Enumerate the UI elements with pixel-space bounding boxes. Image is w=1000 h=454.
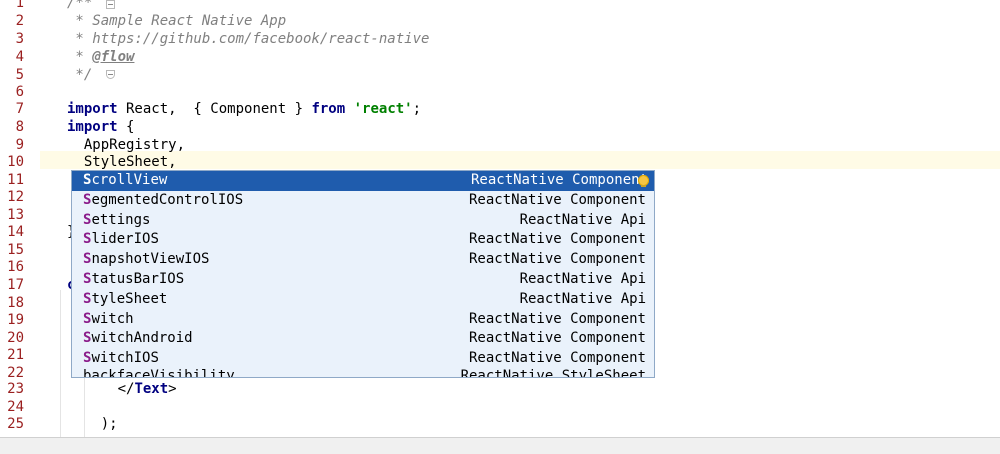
completion-item[interactable]: SegmentedControlIOS ReactNative Component	[72, 191, 654, 211]
code-line-1: /**	[67, 0, 93, 11]
completion-rest: witch	[91, 310, 134, 327]
completion-item-name: StatusBarIOS	[83, 271, 184, 287]
completion-rest: crollView	[91, 172, 168, 188]
completion-item-name: Switch	[83, 311, 134, 327]
completion-item-type: ReactNative StyleSheet	[460, 368, 646, 378]
code-line-4: * @flow	[67, 49, 135, 65]
line-number: 3	[15, 31, 24, 47]
completion-item-name: SliderIOS	[83, 231, 159, 247]
line-number: 25	[7, 416, 24, 432]
completion-item-name: backfaceVisibility	[83, 368, 235, 378]
line-number: 15	[7, 242, 24, 258]
code-line-7: import React, { Component } from 'react'…	[67, 101, 422, 117]
completion-item-type: ReactNative Component	[468, 191, 646, 208]
completion-item-type: ReactNative Api	[519, 290, 646, 307]
completion-item[interactable]: StatusBarIOS ReactNative Api	[72, 270, 654, 290]
code-line-8: import {	[67, 119, 135, 135]
completion-rest: witchIOS	[91, 350, 159, 367]
completion-item-type: ReactNative Component	[468, 330, 646, 347]
completion-item-type: ReactNative Component	[468, 310, 646, 327]
indent-guide	[60, 290, 61, 437]
completion-item[interactable]: StyleSheet ReactNative Api	[72, 290, 654, 310]
line-number: 20	[7, 330, 24, 346]
line-number: 7	[15, 101, 24, 117]
fold-column	[52, 0, 115, 437]
completion-item[interactable]: SliderIOS ReactNative Component	[72, 230, 654, 250]
completion-item[interactable]: SnapshotViewIOS ReactNative Component	[72, 250, 654, 270]
code-line-5: */	[67, 67, 93, 83]
code-line-9: AppRegistry,	[67, 137, 186, 153]
fold-marker-icon[interactable]	[106, 70, 115, 79]
fold-marker-icon[interactable]	[106, 0, 115, 9]
line-number: 1	[15, 0, 24, 11]
horizontal-scrollbar[interactable]	[0, 437, 1000, 454]
lightbulb-icon[interactable]	[638, 175, 649, 187]
line-number: 12	[7, 189, 24, 205]
completion-item-type: ReactNative Api	[519, 270, 646, 287]
completion-item-name: SegmentedControlIOS	[83, 192, 243, 208]
completion-item-name: ScrollView	[83, 172, 167, 188]
completion-item-name: SwitchIOS	[83, 350, 159, 366]
completion-rest: tatusBarIOS	[91, 270, 185, 287]
line-number: 17	[7, 277, 24, 293]
line-number: 9	[15, 137, 24, 153]
code-line-2: * Sample React Native App	[67, 13, 287, 29]
completion-rest: ettings	[91, 211, 151, 228]
completion-item-name: Settings	[83, 212, 150, 228]
completion-rest: witchAndroid	[91, 330, 193, 347]
completion-item[interactable]: Settings ReactNative Api	[72, 211, 654, 231]
completion-item-type: ReactNative Component	[468, 231, 646, 248]
completion-item-type: ReactNative Component	[468, 251, 646, 268]
autocomplete-popup[interactable]: ScrollView ReactNative Component Segmented…	[71, 170, 655, 378]
line-number: 16	[7, 259, 24, 275]
completion-item[interactable]: backfaceVisibility ReactNative StyleSheet	[72, 368, 654, 378]
completion-item-type: ReactNative Component	[468, 350, 646, 367]
line-number: 18	[7, 295, 24, 311]
code-line-23: </Text>	[67, 381, 177, 397]
line-number: 14	[7, 224, 24, 240]
line-number: 4	[15, 49, 24, 65]
completion-rest: tyleSheet	[91, 290, 168, 307]
line-number: 8	[15, 119, 24, 135]
completion-rest: napshotViewIOS	[91, 251, 210, 268]
completion-item-type: ReactNative Component	[470, 172, 648, 188]
code-line-25: );	[67, 416, 118, 432]
code-line-10: StyleSheet,	[67, 154, 177, 170]
line-number: 19	[7, 312, 24, 328]
line-number: 24	[7, 399, 24, 415]
line-number: 23	[7, 381, 24, 397]
completion-item-name: SnapshotViewIOS	[83, 251, 209, 267]
line-number: 6	[15, 84, 24, 100]
line-number: 21	[7, 347, 24, 363]
line-number: 2	[15, 13, 24, 29]
line-number: 5	[15, 67, 24, 83]
line-number-gutter: 1 2 3 4 5 6 7 8 9 10 11 12 13 14 15 16 17 18 19 20 21 22 23 24 2…	[0, 0, 40, 437]
completion-rest: liderIOS	[91, 231, 159, 248]
line-number: 10	[7, 154, 24, 170]
completion-item-name: SwitchAndroid	[83, 330, 193, 346]
line-number: 13	[7, 207, 24, 223]
code-line-3: * https://github.com/facebook/react-nati…	[67, 31, 430, 47]
completion-item-type: ReactNative Api	[519, 211, 646, 228]
completion-item[interactable]: Switch ReactNative Component	[72, 310, 654, 330]
completion-item[interactable]: ScrollView ReactNative Component	[72, 171, 654, 191]
completion-item[interactable]: SwitchAndroid ReactNative Component	[72, 329, 654, 349]
completion-item-name: StyleSheet	[83, 291, 167, 307]
completion-rest: backfaceVisibility	[83, 368, 235, 378]
completion-rest: egmentedControlIOS	[91, 191, 244, 208]
line-number: 11	[7, 172, 24, 188]
completion-item[interactable]: SwitchIOS ReactNative Component	[72, 349, 654, 369]
